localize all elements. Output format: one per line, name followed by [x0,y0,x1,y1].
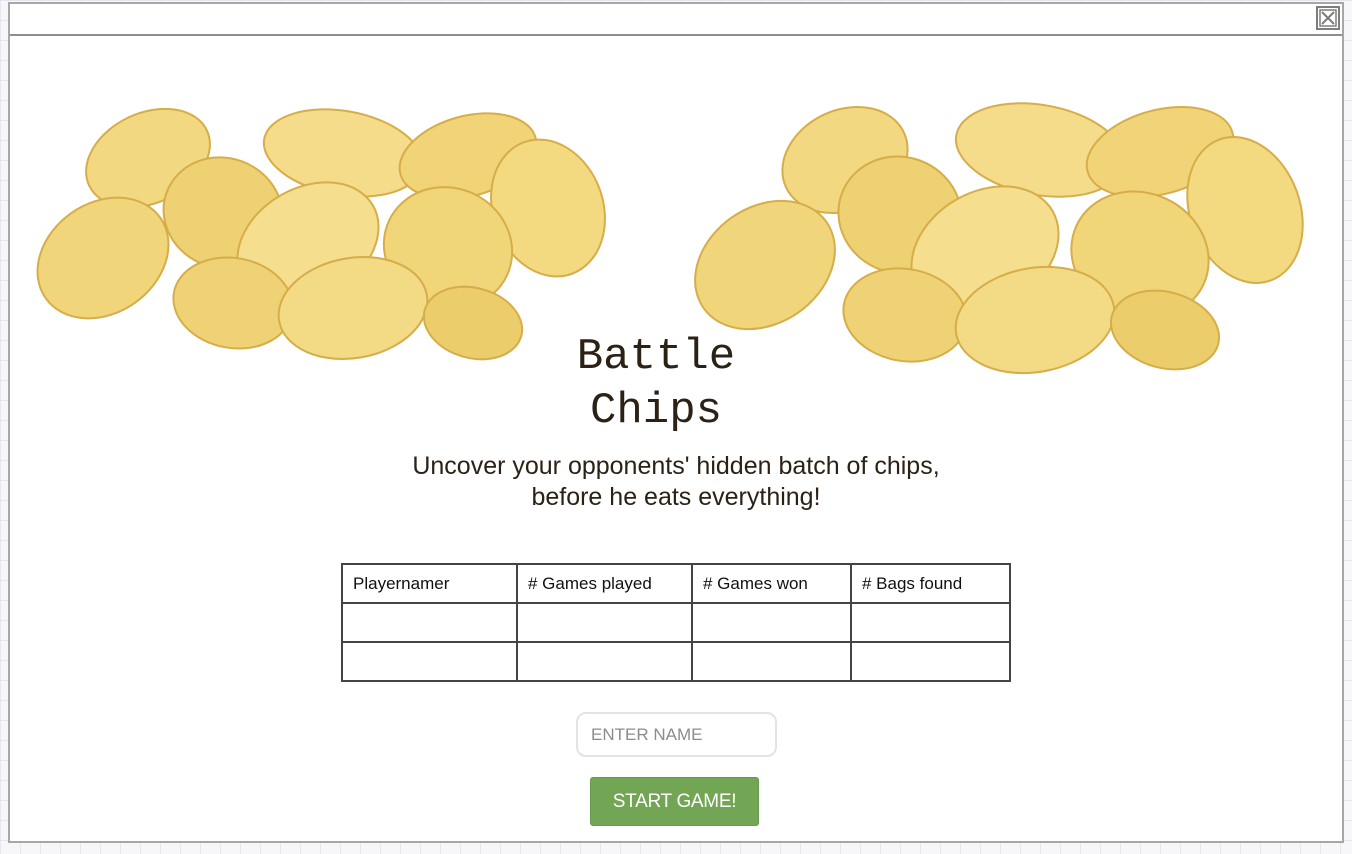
table-cell [850,602,1011,643]
player-stats-table: Playernamer # Games played # Games won #… [341,563,1011,682]
game-title-line2: Chips [589,386,723,436]
header-games-played: # Games played [516,563,693,604]
game-subtitle: Uncover your opponents' hidden batch of … [300,451,1052,513]
table-cell [691,602,852,643]
table-cell [341,641,518,682]
table-row [341,641,1011,682]
header-bags-found: # Bags found [850,563,1011,604]
table-cell [341,602,518,643]
game-title: Battle Chips [456,330,856,438]
close-box-icon[interactable] [1316,6,1340,30]
table-cell [850,641,1011,682]
player-name-input[interactable] [576,712,777,757]
chips-image-left [36,107,606,361]
subtitle-line1: Uncover your opponents' hidden batch of … [412,452,940,480]
table-cell [691,641,852,682]
subtitle-line2: before he eats everything! [531,483,821,511]
window-titlebar [10,4,1342,36]
table-cell [516,641,693,682]
table-header-row: Playernamer # Games played # Games won #… [341,563,1011,604]
table-row [341,602,1011,643]
header-playername: Playernamer [341,563,518,604]
table-cell [516,602,693,643]
start-game-button[interactable]: START GAME! [590,777,759,826]
game-title-line1: Battle [576,332,736,382]
header-games-won: # Games won [691,563,852,604]
